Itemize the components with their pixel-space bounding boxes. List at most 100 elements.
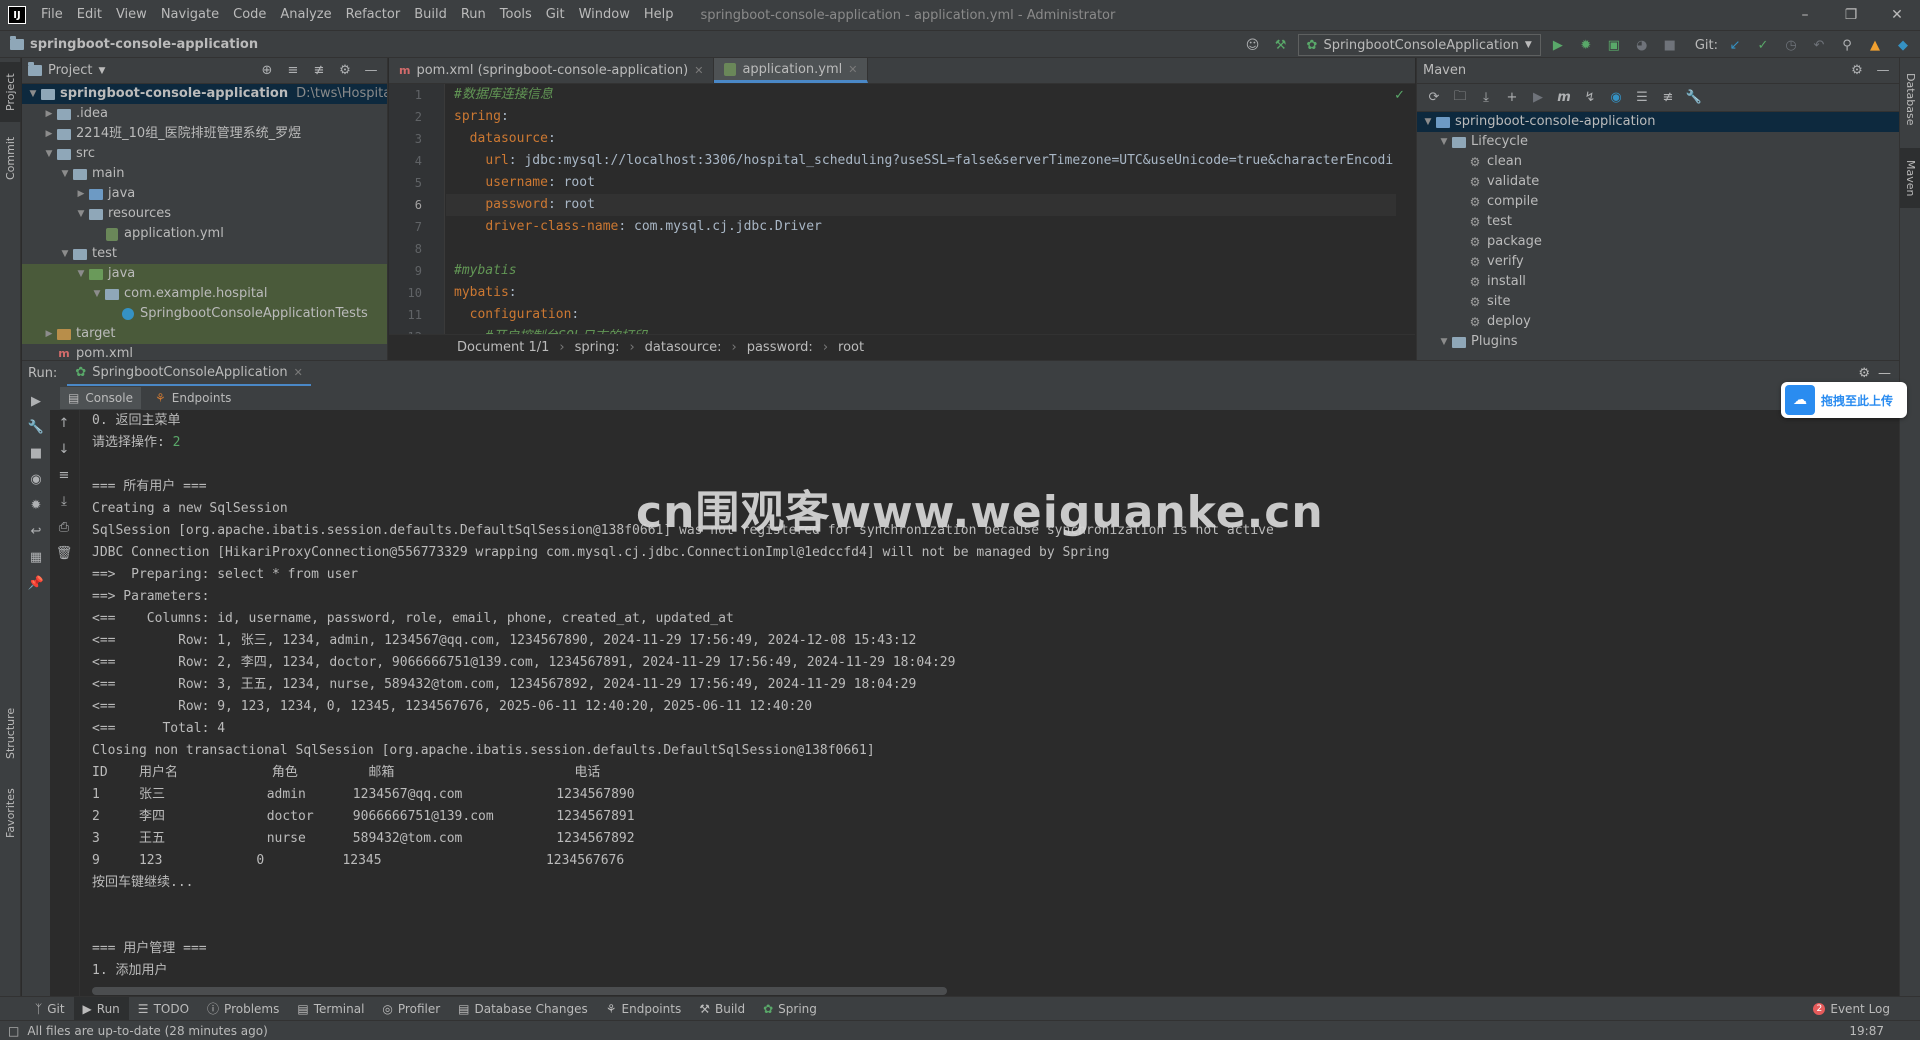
code-line[interactable]: configuration: (446, 304, 1396, 326)
git-history-icon[interactable]: ◷ (1780, 34, 1802, 56)
event-log-button[interactable]: 2 Event Log (1813, 1002, 1920, 1016)
chevron-down-icon[interactable]: ▼ (26, 84, 40, 104)
project-tree-node[interactable]: ▶ java (22, 184, 387, 204)
console-horizontal-scrollbar[interactable] (92, 987, 947, 995)
favorites-tool-tab[interactable]: Favorites (0, 778, 21, 848)
code-line[interactable]: #数据库连接信息 (446, 84, 1396, 106)
add-project-icon[interactable]: 🗀 (1449, 87, 1471, 109)
maven-tool-tab[interactable]: Maven (1900, 148, 1920, 208)
toggle-offline-icon[interactable]: ↯ (1579, 90, 1601, 105)
chevron-down-icon[interactable]: ▼ (58, 164, 72, 184)
run-goal-icon[interactable]: ▶ (1527, 90, 1549, 105)
restore-button[interactable]: ❐ (1828, 0, 1874, 30)
chevron-right-icon[interactable]: ▶ (42, 124, 56, 144)
close-tab-icon[interactable]: ✕ (294, 366, 303, 379)
console-subtab[interactable]: ▤ Console (60, 387, 141, 409)
exit-icon[interactable]: ↩ (22, 518, 50, 544)
rerun-icon[interactable]: ▶ (22, 388, 50, 414)
tool-todo[interactable]: ☰ TODO (129, 997, 198, 1021)
commit-tool-tab[interactable]: Commit (0, 128, 21, 188)
chevron-down-icon[interactable]: ▼ (1437, 332, 1451, 352)
breadcrumb-item[interactable]: datasource: (645, 340, 722, 355)
minimize-button[interactable]: – (1782, 0, 1828, 30)
project-tool-tab[interactable]: Project (0, 62, 21, 122)
maven-project-node[interactable]: ▼ springboot-console-application (1417, 112, 1899, 132)
download-icon[interactable]: ⤓ (1475, 90, 1497, 105)
run-configuration-select[interactable]: ✿ SpringbootConsoleApplication ▼ (1297, 34, 1541, 56)
maven-goal-verify[interactable]: ⚙ verify (1417, 252, 1899, 272)
camera-icon[interactable]: ◉ (22, 466, 50, 492)
build-hammer-icon[interactable]: ⚒ (1270, 34, 1292, 56)
code-line[interactable] (446, 238, 1396, 260)
code-line[interactable]: #mybatis (446, 260, 1396, 282)
editor-tab[interactable]: m pom.xml (springboot-console-application… (389, 58, 715, 83)
code-line[interactable]: url: jdbc:mysql://localhost:3306/hospita… (446, 150, 1396, 172)
gear-icon[interactable]: ⚙ (1847, 63, 1867, 78)
tool-build[interactable]: ⚒ Build (690, 997, 754, 1021)
project-tree-node[interactable]: ▶ 2214班_10组_医院排班管理系统_罗煜 (22, 124, 387, 144)
execute-goal-icon[interactable]: m (1553, 90, 1575, 105)
project-tree-node[interactable]: ▼ src (22, 144, 387, 164)
upload-badge[interactable]: ☁ 拖拽至此上传 (1781, 382, 1907, 418)
project-panel-title[interactable]: Project (48, 63, 92, 78)
maven-goal-compile[interactable]: ⚙ compile (1417, 192, 1899, 212)
expand-all-icon[interactable]: ≡ (283, 63, 303, 78)
breadcrumb-item[interactable]: root (838, 340, 864, 355)
project-tree-node[interactable]: ▼ springboot-console-application D:\tws\Ho… (22, 84, 387, 104)
tool-terminal[interactable]: ▤ Terminal (288, 997, 373, 1021)
menu-view[interactable]: View (109, 0, 154, 30)
code-line[interactable]: password: root (446, 194, 1396, 216)
hide-icon[interactable]: — (1878, 366, 1891, 381)
plugins-node[interactable]: ▼ Plugins (1417, 332, 1899, 352)
endpoints-subtab[interactable]: ⚘ Endpoints (147, 387, 239, 409)
menu-git[interactable]: Git (539, 0, 572, 30)
git-update-icon[interactable]: ↙ (1724, 34, 1746, 56)
database-tool-tab[interactable]: Database (1900, 64, 1920, 134)
locate-icon[interactable]: ⊕ (257, 63, 277, 78)
show-dependencies-icon[interactable]: ☰ (1631, 90, 1653, 105)
chevron-down-icon[interactable]: ▼ (42, 144, 56, 164)
breadcrumb-item[interactable]: spring: (575, 340, 620, 355)
chevron-right-icon[interactable]: ▶ (74, 184, 88, 204)
maven-goal-test[interactable]: ⚙ test (1417, 212, 1899, 232)
print-icon[interactable]: ⎙ (50, 514, 78, 540)
breadcrumb-item[interactable]: password: (747, 340, 813, 355)
chevron-right-icon[interactable]: ▶ (42, 104, 56, 124)
maven-goal-clean[interactable]: ⚙ clean (1417, 152, 1899, 172)
breadcrumb-item[interactable]: Document 1/1 (457, 340, 549, 355)
close-tab-icon[interactable]: ✕ (848, 63, 857, 76)
git-commit-icon[interactable]: ✓ (1752, 34, 1774, 56)
chevron-right-icon[interactable]: ▶ (42, 324, 56, 344)
menu-file[interactable]: File (34, 0, 70, 30)
tool-git[interactable]: ᛉ Git (26, 997, 74, 1021)
project-tree-node[interactable]: SpringbootConsoleApplicationTests (22, 304, 387, 324)
editor-tab[interactable]: application.yml ✕ (714, 58, 869, 83)
chevron-down-icon[interactable]: ▼ (1437, 132, 1451, 152)
hide-icon[interactable]: — (361, 63, 381, 78)
menu-edit[interactable]: Edit (70, 0, 109, 30)
menu-run[interactable]: Run (454, 0, 493, 30)
code-line[interactable]: spring: (446, 106, 1396, 128)
collapse-all-icon[interactable]: ≢ (1657, 90, 1679, 105)
scroll-up-icon[interactable]: ↑ (50, 410, 78, 436)
menu-code[interactable]: Code (226, 0, 273, 30)
code-line[interactable]: driver-class-name: com.mysql.cj.jdbc.Dri… (446, 216, 1396, 238)
close-button[interactable]: ✕ (1874, 0, 1920, 30)
tool-endpoints[interactable]: ⚘ Endpoints (597, 997, 690, 1021)
project-tree-node[interactable]: ▼ com.example.hospital (22, 284, 387, 304)
chevron-down-icon[interactable]: ▼ (90, 284, 104, 304)
gear-icon[interactable]: ⚙ (335, 63, 355, 78)
project-tree-node[interactable]: ▼ main (22, 164, 387, 184)
user-icon[interactable]: ☺ (1242, 34, 1264, 56)
project-tree-node[interactable]: ▼ resources (22, 204, 387, 224)
close-tab-icon[interactable]: ✕ (694, 64, 703, 77)
add-icon[interactable]: + (1501, 90, 1523, 105)
run-configuration-tab[interactable]: ✿ SpringbootConsoleApplication ✕ (67, 361, 311, 387)
lifecycle-node[interactable]: ▼ Lifecycle (1417, 132, 1899, 152)
chevron-down-icon[interactable]: ▼ (74, 204, 88, 224)
search-icon[interactable]: ⚲ (1836, 34, 1858, 56)
project-tree-node[interactable]: ▼ test (22, 244, 387, 264)
soft-wrap-icon[interactable]: ≡ (50, 462, 78, 488)
chevron-down-icon[interactable]: ▼ (1421, 112, 1435, 132)
chevron-down-icon[interactable]: ▼ (74, 264, 88, 284)
